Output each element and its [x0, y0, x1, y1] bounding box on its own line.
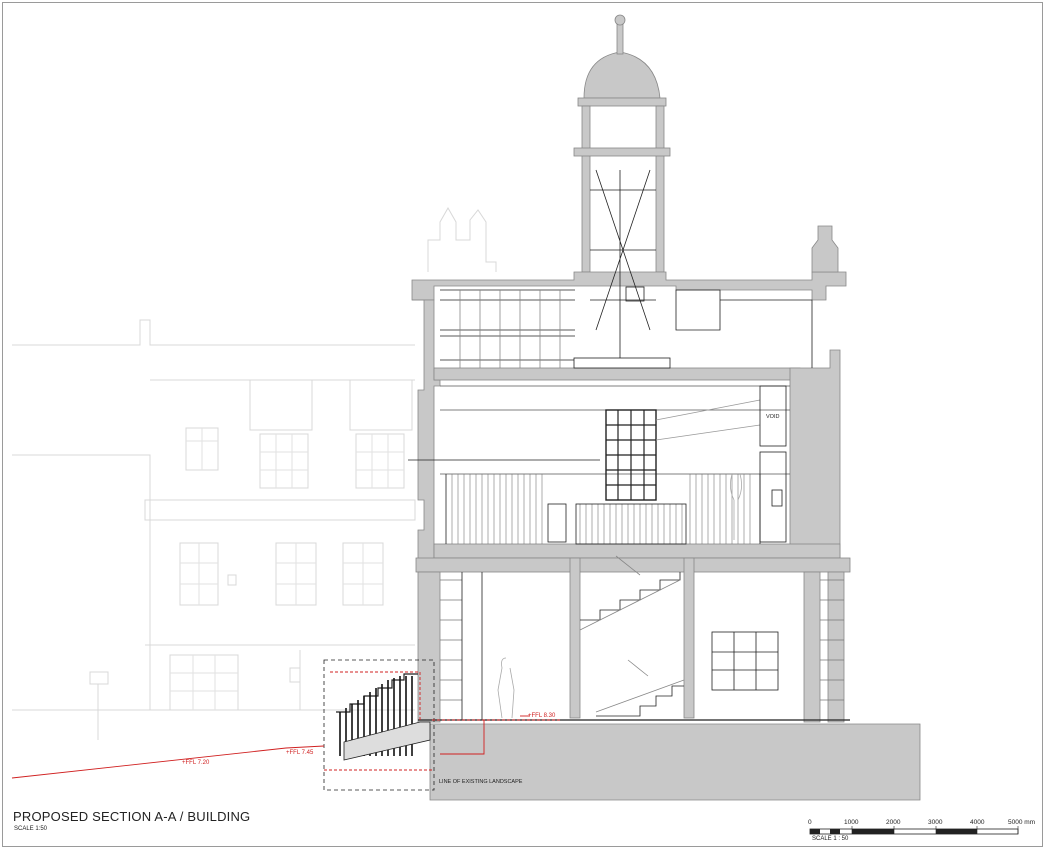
drawing-title: PROPOSED SECTION A-A / BUILDING [13, 809, 251, 824]
scale-tick-label: 0 [808, 819, 812, 826]
level-label-ffl-7-45: +FFL 7.45 [286, 750, 314, 756]
void-label: VOID [766, 414, 779, 420]
drawing-scale-note: SCALE 1:50 [14, 826, 48, 832]
level-label-ffl-7-20: +FFL 7.20 [182, 760, 210, 766]
scale-bar [809, 826, 1019, 835]
scale-tick-label: 5000 mm [1008, 819, 1036, 826]
scale-bar-caption: SCALE 1 : 50 [812, 836, 849, 842]
existing-landscape-note: LINE OF EXISTING LANDSCAPE [439, 779, 523, 785]
scale-tick-label: 3000 [928, 819, 943, 826]
scale-tick-label: 2000 [886, 819, 901, 826]
level-label-ffl-8-30: +FFL 8.30 [528, 713, 556, 719]
section-drawing: +FFL 7.20 +FFL 7.45 +FFL 8.30 LINE OF EX… [11, 14, 1019, 835]
drawing-sheet: +FFL 7.20 +FFL 7.45 +FFL 8.30 LINE OF EX… [0, 0, 1047, 851]
section-cut [411, 14, 921, 801]
scale-tick-label: 4000 [970, 819, 985, 826]
scale-tick-label: 1000 [844, 819, 859, 826]
